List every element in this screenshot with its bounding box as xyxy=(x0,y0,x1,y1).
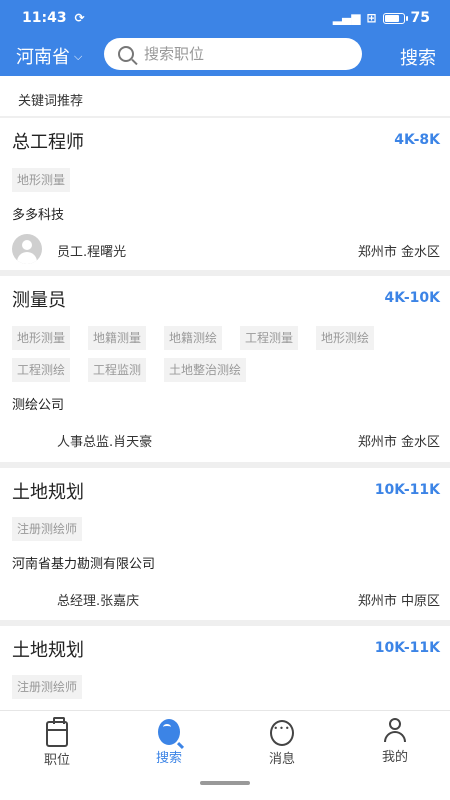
briefcase-icon xyxy=(46,717,68,747)
job-salary: 4K-8K xyxy=(394,132,440,148)
job-location: 郑州市 中原区 xyxy=(357,594,440,609)
job-tag: 工程测绘 xyxy=(12,358,71,382)
job-tag: 土地整治测绘 xyxy=(164,358,247,382)
search-button[interactable]: 搜索 xyxy=(400,44,436,70)
job-title: 土地规划 xyxy=(12,640,84,661)
battery-icon xyxy=(382,12,408,24)
job-title: 土地规划 xyxy=(12,482,84,503)
job-tag: 地籍测绘 xyxy=(164,326,223,350)
user-icon xyxy=(383,718,407,744)
job-card[interactable]: 土地规划 10K-11K 注册测绘师 河南省基力勘测有限公司 总经理.张嘉庆 郑… xyxy=(0,468,450,620)
job-title: 总工程师 xyxy=(12,132,84,153)
chat-icon: ••• xyxy=(270,720,294,746)
company-name: 测绘公司 xyxy=(12,398,65,413)
job-tag: 地形测量 xyxy=(12,168,71,192)
search-box[interactable] xyxy=(104,38,362,70)
job-location: 郑州市 金水区 xyxy=(357,245,440,260)
job-title: 测量员 xyxy=(12,290,66,311)
nav-label: 消息 xyxy=(268,752,295,767)
company-name: 河南省基力勘测有限公司 xyxy=(12,557,156,572)
job-tag: 地籍测量 xyxy=(88,326,147,350)
job-salary: 10K-11K xyxy=(374,640,440,656)
job-tag: 注册测绘师 xyxy=(12,517,83,541)
job-salary: 10K-11K xyxy=(374,482,440,498)
job-tag: 注册测绘师 xyxy=(12,675,83,699)
search-input[interactable] xyxy=(144,45,334,63)
nav-label: 职位 xyxy=(43,753,70,768)
contact-person: 员工.程曙光 xyxy=(57,245,127,260)
search-icon xyxy=(118,46,134,62)
nav-item-jobs[interactable]: 职位 xyxy=(17,717,97,768)
province-selector[interactable]: 河南省 ⌵ xyxy=(16,43,100,69)
status-bar: 11:43 ⟳ ▂▄▆ ⊞ 75 xyxy=(0,0,450,36)
keyword-recommend-label: 关键词推荐 xyxy=(18,94,84,109)
chevron-down-icon: ⌵ xyxy=(74,50,83,63)
province-label: 河南省 xyxy=(16,47,70,68)
job-tag: 工程测量 xyxy=(240,326,299,350)
nav-label: 搜索 xyxy=(155,751,182,766)
search-icon xyxy=(158,719,180,745)
status-right: ▂▄▆ ⊞ 75 xyxy=(333,10,430,26)
network-icon: ⊞ xyxy=(366,11,377,25)
job-card[interactable]: 测量员 4K-10K 地形测量 地籍测量 地籍测绘 工程测量 地形测绘 工程测绘… xyxy=(0,276,450,462)
nav-item-search[interactable]: 搜索 xyxy=(129,717,209,766)
job-salary: 4K-10K xyxy=(384,290,440,306)
home-indicator[interactable] xyxy=(200,781,250,785)
job-card[interactable]: 总工程师 4K-8K 地形测量 多多科技 员工.程曙光 郑州市 金水区 xyxy=(0,118,450,270)
job-tag: 地形测绘 xyxy=(316,326,375,350)
sync-icon: ⟳ xyxy=(74,11,85,25)
job-card[interactable]: 土地规划 10K-11K 注册测绘师 xyxy=(0,626,450,716)
nav-label: 我的 xyxy=(381,750,408,765)
job-tag: 工程监测 xyxy=(88,358,147,382)
status-left: 11:43 ⟳ xyxy=(22,10,85,26)
bottom-nav: 职位 搜索 ••• 消息 我的 xyxy=(0,710,450,800)
status-time: 11:43 xyxy=(22,10,67,26)
signal-icon: ▂▄▆ xyxy=(332,11,361,25)
company-name: 多多科技 xyxy=(12,208,65,223)
battery-level: 75 xyxy=(410,10,430,26)
header: 河南省 ⌵ 搜索 xyxy=(0,36,450,76)
job-location: 郑州市 金水区 xyxy=(357,435,440,450)
nav-item-messages[interactable]: ••• 消息 xyxy=(242,717,322,767)
avatar xyxy=(12,234,42,264)
nav-item-profile[interactable]: 我的 xyxy=(355,717,435,765)
keyword-recommend[interactable]: 关键词推荐 xyxy=(0,76,450,116)
contact-person: 总经理.张嘉庆 xyxy=(57,594,140,609)
job-tag: 地形测量 xyxy=(12,326,71,350)
contact-person: 人事总监.肖天豪 xyxy=(57,435,153,450)
